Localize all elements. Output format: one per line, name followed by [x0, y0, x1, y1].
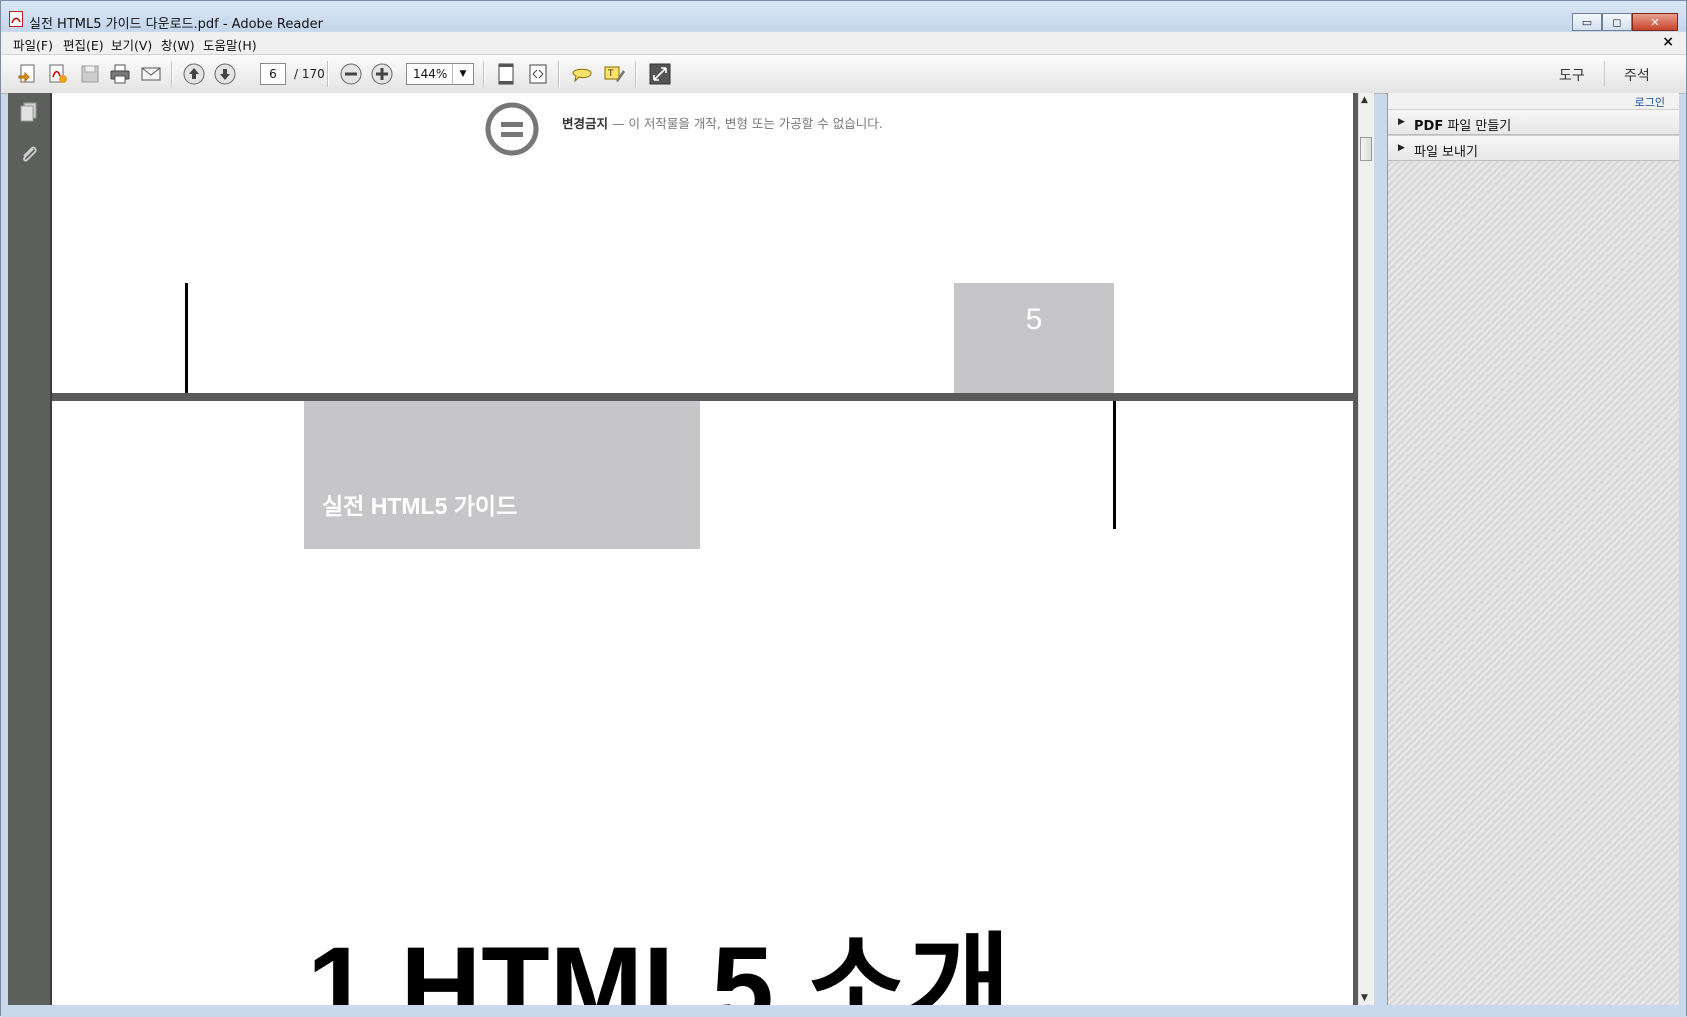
open-file-icon[interactable] — [15, 61, 41, 87]
vertical-scrollbar[interactable]: ▲ ▼ — [1358, 93, 1374, 1005]
attachments-icon[interactable] — [16, 141, 42, 167]
highlight-icon[interactable]: T — [601, 61, 627, 87]
next-page-icon[interactable] — [212, 61, 238, 87]
window-title: 실전 HTML5 가이드 다운로드.pdf - Adobe Reader — [29, 17, 323, 32]
expand-triangle-icon: ▶ — [1398, 117, 1405, 127]
print-icon[interactable] — [107, 61, 133, 87]
title-bar[interactable]: 실전 HTML5 가이드 다운로드.pdf - Adobe Reader ▭ ◻… — [1, 1, 1686, 32]
menu-window[interactable]: 창(W) — [161, 35, 195, 54]
menu-view[interactable]: 보기(V) — [111, 35, 152, 54]
section-label: 파일 보내기 — [1414, 145, 1478, 160]
crop-mark — [185, 283, 188, 393]
minimize-button[interactable]: ▭ — [1572, 13, 1602, 31]
book-title-box: 실전 HTML5 가이드 — [304, 401, 700, 549]
app-window: 실전 HTML5 가이드 다운로드.pdf - Adobe Reader ▭ ◻… — [0, 0, 1687, 1017]
scroll-thumb[interactable] — [1360, 137, 1372, 161]
zoom-value: 144% — [413, 67, 448, 81]
section-send-file[interactable]: ▶ 파일 보내기 — [1388, 135, 1679, 161]
chevron-down-icon[interactable]: ▼ — [452, 64, 473, 84]
toolbar-separator — [635, 61, 637, 87]
crop-mark — [1113, 401, 1116, 529]
toolbar-separator — [171, 61, 173, 87]
navigation-pane — [8, 93, 52, 1005]
section-label: PDF 파일 만들기 — [1414, 115, 1511, 134]
create-pdf-icon[interactable] — [45, 61, 71, 87]
chapter-title: 1 HTML5 소개 — [307, 924, 1011, 1006]
page-thumbnails-icon[interactable] — [16, 99, 42, 125]
tools-pane: 로그인 ▶ PDF 파일 만들기 ▶ 파일 보내기 — [1387, 93, 1679, 1005]
pdf-app-icon — [9, 11, 23, 27]
email-icon[interactable] — [138, 61, 164, 87]
section-label-bold: PDF — [1414, 119, 1444, 134]
zoom-select[interactable]: 144% ▼ — [406, 63, 474, 85]
tools-button[interactable]: 도구 — [1559, 65, 1585, 85]
license-description: — 이 저작물을 개작, 변형 또는 가공할 수 없습니다. — [608, 116, 883, 131]
page-number: 5 — [1025, 303, 1043, 336]
section-label-text: 파일 만들기 — [1443, 119, 1512, 134]
expand-triangle-icon: ▶ — [1398, 143, 1405, 153]
book-title: 실전 HTML5 가이드 — [322, 493, 518, 519]
section-create-pdf[interactable]: ▶ PDF 파일 만들기 — [1388, 109, 1679, 135]
zoom-in-icon[interactable] — [369, 61, 395, 87]
toolbar: 6 / 170 144% ▼ T 도구 주석 — [1, 55, 1686, 94]
menu-help[interactable]: 도움말(H) — [203, 35, 257, 54]
comment-icon[interactable] — [569, 61, 595, 87]
document-view[interactable]: 변경금지 — 이 저작물을 개작, 변형 또는 가공할 수 없습니다. 5 실전… — [52, 93, 1358, 1005]
toolbar-separator — [327, 61, 329, 87]
no-derivatives-icon — [484, 101, 540, 157]
comment-panel-button[interactable]: 주석 — [1624, 65, 1650, 85]
login-link[interactable]: 로그인 — [1635, 94, 1665, 110]
save-icon[interactable] — [77, 61, 103, 87]
fit-width-icon[interactable] — [525, 61, 551, 87]
document-close-icon[interactable]: × — [1662, 34, 1674, 50]
tools-pane-header: 로그인 — [1388, 93, 1679, 109]
window-controls: ▭ ◻ ✕ — [1572, 13, 1678, 31]
svg-text:T: T — [607, 69, 614, 79]
license-notice: 변경금지 — 이 저작물을 개작, 변형 또는 가공할 수 없습니다. — [562, 113, 883, 132]
page-number-box: 5 — [954, 283, 1114, 393]
menu-edit[interactable]: 편집(E) — [63, 35, 104, 54]
scroll-up-icon[interactable]: ▲ — [1361, 95, 1368, 105]
maximize-button[interactable]: ◻ — [1602, 13, 1632, 31]
page-separator — [52, 393, 1353, 401]
page-total: / 170 — [294, 67, 325, 81]
window-bottom-border — [1, 1005, 1686, 1017]
toolbar-separator — [558, 61, 560, 87]
full-screen-icon[interactable] — [647, 61, 673, 87]
toolbar-separator — [1604, 61, 1605, 87]
zoom-out-icon[interactable] — [338, 61, 364, 87]
license-label: 변경금지 — [562, 116, 609, 131]
toolbar-separator — [483, 61, 485, 87]
close-button[interactable]: ✕ — [1632, 13, 1678, 31]
menu-bar: 파일(F) 편집(E) 보기(V) 창(W) 도움말(H) × — [1, 32, 1686, 55]
page-number-input[interactable]: 6 — [260, 63, 286, 85]
fit-page-icon[interactable] — [493, 61, 519, 87]
previous-page-icon[interactable] — [181, 61, 207, 87]
menu-file[interactable]: 파일(F) — [13, 35, 53, 54]
scroll-down-icon[interactable]: ▼ — [1361, 993, 1368, 1003]
